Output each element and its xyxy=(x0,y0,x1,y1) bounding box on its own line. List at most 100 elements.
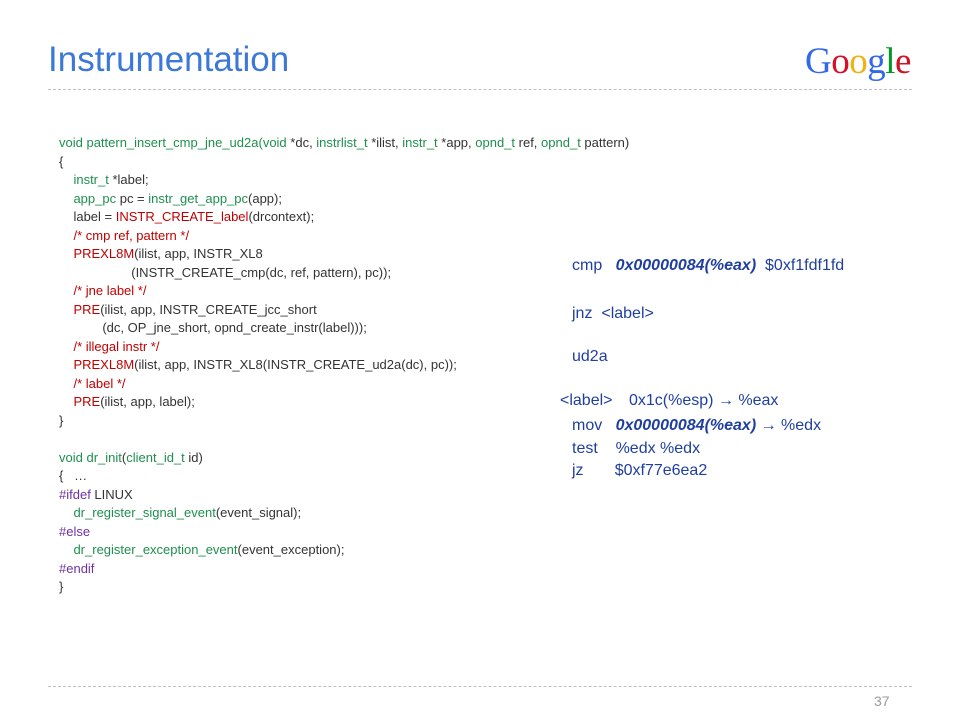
code-line: PREXL8M(ilist, app, INSTR_XL8 xyxy=(59,245,629,264)
code-token: (ilist, app, label); xyxy=(100,394,195,409)
code-line: void dr_init(client_id_t id) xyxy=(59,449,629,468)
code-token: PREXL8M xyxy=(73,357,135,372)
code-token: (event_signal); xyxy=(215,505,302,520)
code-block: void pattern_insert_cmp_jne_ud2a(void *d… xyxy=(59,134,629,597)
code-token: dr_register_exception_event xyxy=(73,542,238,557)
code-line: /* illegal instr */ xyxy=(59,338,629,357)
asm-label-tag: <label> xyxy=(560,392,613,409)
code-token: (INSTR_CREATE_cmp(dc, ref, pattern), pc)… xyxy=(59,264,392,280)
code-token: instrlist_t xyxy=(316,135,372,150)
code-token: { xyxy=(59,153,64,169)
code-token: instr_t xyxy=(73,172,113,187)
code-token: void xyxy=(262,135,291,150)
code-token: void pattern_insert_cmp_jne_ud2a( xyxy=(59,135,263,150)
code-token: dr_init xyxy=(86,449,122,465)
code-line: label = INSTR_CREATE_label(drcontext); xyxy=(59,208,629,227)
code-token: *label; xyxy=(112,172,149,187)
asm-line-jnz: jnz <label> xyxy=(572,305,654,322)
code-token: label = xyxy=(59,209,116,224)
code-line: { … xyxy=(59,467,629,486)
code-line: } xyxy=(59,412,629,431)
asm-line-test: test %edx %edx xyxy=(572,440,701,457)
code-token: #ifdef xyxy=(59,486,95,502)
logo-letter: l xyxy=(885,41,896,82)
code-token: void xyxy=(59,449,87,465)
code-token: /* cmp ref, pattern */ xyxy=(73,227,190,243)
logo-letter: o xyxy=(831,41,850,82)
code-token: /* label */ xyxy=(73,375,126,391)
google-logo: Google xyxy=(805,43,911,80)
logo-letter: g xyxy=(867,41,886,82)
code-token: opnd_t xyxy=(475,135,519,150)
code-line: PREXL8M(ilist, app, INSTR_XL8(INSTR_CREA… xyxy=(59,356,629,375)
page-number: 37 xyxy=(874,693,890,709)
logo-letter: G xyxy=(805,41,832,82)
code-line: #ifdef LINUX xyxy=(59,486,629,505)
code-token: opnd_t xyxy=(541,135,585,150)
code-line: /* label */ xyxy=(59,375,629,394)
code-token: { … xyxy=(59,468,88,483)
code-line: } xyxy=(59,578,629,597)
code-token: } xyxy=(59,579,64,594)
arrow-right-icon: → xyxy=(760,417,777,434)
code-line: instr_t *label; xyxy=(59,171,629,190)
code-token: } xyxy=(59,412,64,428)
code-line: (dc, OP_jne_short, opnd_create_instr(lab… xyxy=(59,319,629,338)
code-token: #else xyxy=(59,523,91,539)
asm-line-cmp: cmp 0x00000084(%eax) $0xf1fdf1fd xyxy=(572,257,845,274)
code-token: /* illegal instr */ xyxy=(73,338,160,354)
code-token: pattern) xyxy=(584,135,630,150)
code-token: ref, xyxy=(518,135,542,150)
code-line: PRE(ilist, app, INSTR_CREATE_jcc_short xyxy=(59,301,629,320)
code-line: void pattern_insert_cmp_jne_ud2a(void *d… xyxy=(59,134,629,153)
code-line: #else xyxy=(59,523,629,542)
code-token: id) xyxy=(188,449,203,465)
code-line: dr_register_signal_event(event_signal); xyxy=(59,504,629,523)
code-token: (drcontext); xyxy=(248,209,315,224)
code-line: /* cmp ref, pattern */ xyxy=(59,227,629,246)
bottom-divider xyxy=(48,686,912,687)
code-token: PRE xyxy=(73,394,101,409)
code-token: pc = xyxy=(119,190,149,206)
code-token: #endif xyxy=(59,560,95,576)
code-token: (ilist, app, INSTR_CREATE_jcc_short xyxy=(100,301,317,317)
code-token: *ilist, xyxy=(371,135,403,150)
code-token: app_pc xyxy=(73,190,120,206)
code-token: (ilist, app, INSTR_XL8(INSTR_CREATE_ud2a… xyxy=(134,357,457,372)
code-line: { xyxy=(59,153,629,172)
code-token: (ilist, app, INSTR_XL8 xyxy=(134,246,263,261)
top-divider xyxy=(48,89,912,90)
code-token: LINUX xyxy=(94,486,133,502)
code-token: client_id_t xyxy=(126,449,189,465)
asm-line-mov2: mov 0x00000084(%eax) → %edx xyxy=(572,417,822,434)
code-token: (event_exception); xyxy=(237,542,345,557)
asm-line-ud2a: ud2a xyxy=(572,348,608,365)
code-line: /* jne label */ xyxy=(59,282,629,301)
code-line: (INSTR_CREATE_cmp(dc, ref, pattern), pc)… xyxy=(59,264,629,283)
slide-title: Instrumentation xyxy=(48,40,290,79)
code-token: instr_get_app_pc xyxy=(148,190,249,206)
code-line: #endif xyxy=(59,560,629,579)
code-token: /* jne label */ xyxy=(73,283,147,298)
logo-letter: e xyxy=(895,41,911,82)
logo-letter: o xyxy=(849,41,868,82)
code-line: dr_register_exception_event(event_except… xyxy=(59,541,629,560)
code-token: (dc, OP_jne_short, opnd_create_instr(lab… xyxy=(59,320,367,335)
code-token: INSTR_CREATE_label xyxy=(115,209,249,224)
code-token: (app); xyxy=(248,190,282,206)
code-line: PRE(ilist, app, label); xyxy=(59,393,629,412)
asm-line-mov1: 0x1c(%esp) → %eax xyxy=(629,392,779,409)
asm-line-jz: jz $0xf77e6ea2 xyxy=(572,462,708,479)
code-token: *app, xyxy=(441,135,476,150)
